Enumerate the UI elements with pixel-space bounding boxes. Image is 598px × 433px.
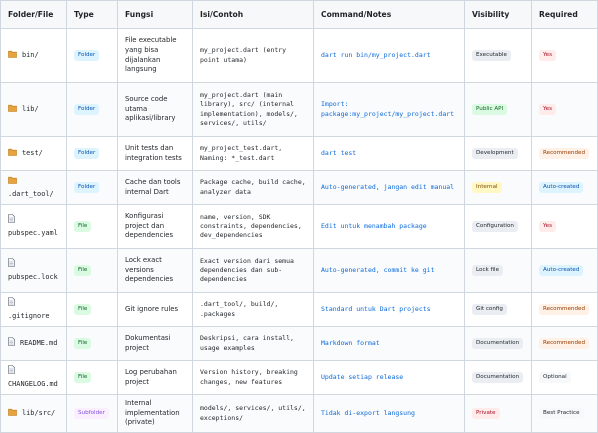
fungsi-cell: Unit tests dan integration tests — [117, 136, 193, 171]
header-command-notes: Command/Notes — [313, 0, 465, 29]
header-folder-file: Folder/File — [0, 0, 67, 29]
command-cell: Standard untuk Dart projects — [313, 292, 465, 327]
visibility-badge: Configuration — [472, 220, 518, 233]
isi-cell: Exact version dari semua dependencies da… — [192, 248, 314, 293]
file-name: lib/ — [8, 104, 62, 116]
file-icon — [8, 365, 15, 378]
fungsi-cell: Lock exact versions dependencies — [117, 248, 193, 293]
command-cell: Tidak di-export langsung — [313, 394, 465, 433]
folder-icon — [8, 408, 17, 420]
command-cell: dart test — [313, 136, 465, 171]
isi-cell: Version history, breaking changes, new f… — [192, 360, 314, 395]
file-name: pubspec.yaml — [8, 214, 62, 239]
visibility-badge: Executable — [472, 49, 511, 62]
type-badge: File — [74, 337, 92, 350]
table-row: lib/src/ Subfolder Internal implementati… — [0, 394, 598, 433]
isi-cell: Deskripsi, cara install, usage examples — [192, 326, 314, 361]
required-badge: Best Practice — [539, 407, 584, 420]
table-row: test/ Folder Unit tests dan integration … — [0, 136, 598, 171]
fungsi-cell: Log perubahan project — [117, 360, 193, 395]
file-name: test/ — [8, 148, 62, 160]
visibility-badge: Internal — [472, 181, 502, 194]
file-icon — [8, 258, 15, 271]
isi-cell: name, version, SDK constraints, dependen… — [192, 204, 314, 249]
isi-cell: my_project.dart (entry point utama) — [192, 28, 314, 83]
isi-cell: Package cache, build cache, analyzer dat… — [192, 170, 314, 205]
table-row: .gitignore File Git ignore rules .dart_t… — [0, 292, 598, 327]
visibility-badge: Documentation — [472, 337, 524, 350]
header-row: Folder/File Type Fungsi Isi/Contoh Comma… — [0, 0, 598, 29]
required-badge: Optional — [539, 371, 571, 384]
command-cell: Import: package:my_project/my_project.da… — [313, 82, 465, 137]
table-row: pubspec.yaml File Konfigurasi project da… — [0, 204, 598, 249]
header-required: Required — [531, 0, 598, 29]
type-badge: File — [74, 371, 92, 384]
file-name: lib/src/ — [8, 408, 62, 420]
visibility-badge: Public API — [472, 103, 508, 116]
fungsi-cell: Git ignore rules — [117, 292, 193, 327]
folder-icon — [8, 148, 17, 160]
command-cell: dart run bin/my_project.dart — [313, 28, 465, 83]
folder-icon — [8, 50, 17, 62]
type-badge: Subfolder — [74, 407, 109, 420]
file-icon — [8, 214, 15, 227]
command-cell: Markdown format — [313, 326, 465, 361]
isi-cell: my_project_test.dart, Naming: *_test.dar… — [192, 136, 314, 171]
table-row: bin/ Folder File executable yang bisa di… — [0, 28, 598, 83]
required-badge: Auto-created — [539, 264, 584, 277]
required-badge: Recommended — [539, 303, 590, 316]
folder-icon — [8, 104, 17, 116]
visibility-badge: Git config — [472, 303, 507, 316]
header-fungsi: Fungsi — [117, 0, 193, 29]
folder-icon — [8, 176, 17, 188]
visibility-badge: Development — [472, 147, 518, 160]
project-structure-table: Folder/File Type Fungsi Isi/Contoh Comma… — [0, 0, 598, 433]
isi-cell: models/, services/, utils/, exceptions/ — [192, 394, 314, 433]
visibility-badge: Private — [472, 407, 500, 420]
visibility-badge: Documentation — [472, 371, 524, 384]
header-type: Type — [66, 0, 118, 29]
table-row: lib/ Folder Source code utama aplikasi/l… — [0, 82, 598, 137]
required-badge: Recommended — [539, 337, 590, 350]
required-badge: Yes — [539, 220, 557, 233]
command-cell: Update setiap release — [313, 360, 465, 395]
type-badge: Folder — [74, 181, 100, 194]
required-badge: Auto-created — [539, 181, 584, 194]
header-isi-contoh: Isi/Contoh — [192, 0, 314, 29]
fungsi-cell: Source code utama aplikasi/library — [117, 82, 193, 137]
fungsi-cell: Internal implementation (private) — [117, 394, 193, 433]
file-name: bin/ — [8, 50, 62, 62]
command-cell: Auto-generated, jangan edit manual — [313, 170, 465, 205]
type-badge: File — [74, 264, 92, 277]
fungsi-cell: Dokumentasi project — [117, 326, 193, 361]
isi-cell: my_project.dart (main library), src/ (in… — [192, 82, 314, 137]
table-row: CHANGELOG.md File Log perubahan project … — [0, 360, 598, 395]
required-badge: Yes — [539, 49, 557, 62]
required-badge: Yes — [539, 103, 557, 116]
file-name: pubspec.lock — [8, 258, 62, 283]
header-visibility: Visibility — [464, 0, 532, 29]
type-badge: Folder — [74, 49, 100, 62]
fungsi-cell: Konfigurasi project dan dependencies — [117, 204, 193, 249]
file-name: CHANGELOG.md — [8, 365, 62, 390]
type-badge: Folder — [74, 103, 100, 116]
table-row: .dart_tool/ Folder Cache dan tools inter… — [0, 170, 598, 205]
file-name: .dart_tool/ — [8, 176, 62, 200]
type-badge: File — [74, 303, 92, 316]
table-row: pubspec.lock File Lock exact versions de… — [0, 248, 598, 293]
file-icon — [8, 297, 15, 310]
type-badge: File — [74, 220, 92, 233]
file-name: .gitignore — [8, 297, 62, 322]
required-badge: Recommended — [539, 147, 590, 160]
file-icon — [8, 337, 15, 350]
isi-cell: .dart_tool/, build/, .packages — [192, 292, 314, 327]
fungsi-cell: File executable yang bisa dijalankan lan… — [117, 28, 193, 83]
type-badge: Folder — [74, 147, 100, 160]
fungsi-cell: Cache dan tools internal Dart — [117, 170, 193, 205]
command-cell: Auto-generated, commit ke git — [313, 248, 465, 293]
file-name: README.md — [8, 337, 62, 350]
table-row: README.md File Dokumentasi project Deskr… — [0, 326, 598, 361]
command-cell: Edit untuk menambah package — [313, 204, 465, 249]
visibility-badge: Lock file — [472, 264, 504, 277]
